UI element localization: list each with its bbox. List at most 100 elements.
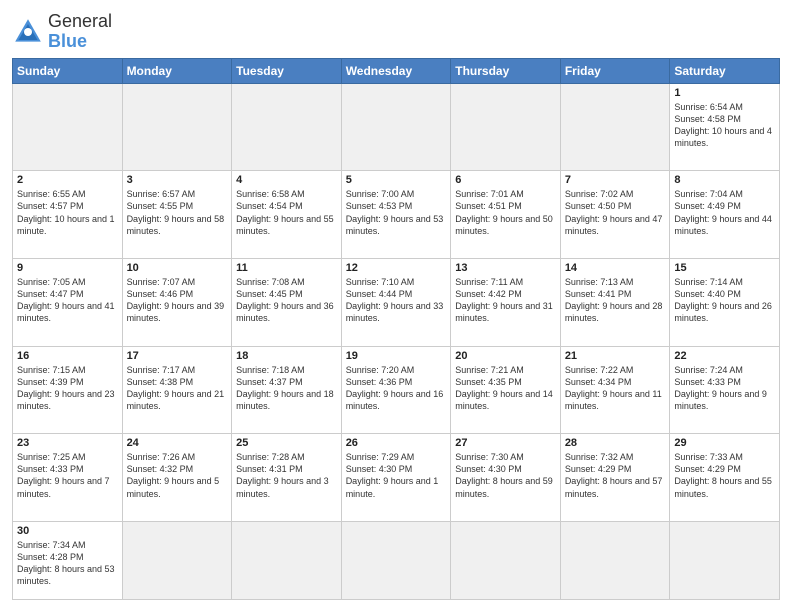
day-info: Sunrise: 7:22 AM Sunset: 4:34 PM Dayligh… xyxy=(565,364,666,413)
day-info: Sunrise: 7:02 AM Sunset: 4:50 PM Dayligh… xyxy=(565,188,666,237)
calendar-day-header-thursday: Thursday xyxy=(451,58,561,83)
calendar-day-header-sunday: Sunday xyxy=(13,58,123,83)
calendar-cell xyxy=(451,521,561,599)
day-number: 22 xyxy=(674,350,775,362)
calendar-day-header-tuesday: Tuesday xyxy=(232,58,342,83)
day-info: Sunrise: 7:33 AM Sunset: 4:29 PM Dayligh… xyxy=(674,451,775,500)
calendar-table: SundayMondayTuesdayWednesdayThursdayFrid… xyxy=(12,58,780,600)
day-number: 19 xyxy=(346,350,447,362)
calendar-cell: 26 Sunrise: 7:29 AM Sunset: 4:30 PM Dayli… xyxy=(341,434,451,522)
calendar-header-row: SundayMondayTuesdayWednesdayThursdayFrid… xyxy=(13,58,780,83)
day-info: Sunrise: 7:14 AM Sunset: 4:40 PM Dayligh… xyxy=(674,276,775,325)
calendar-cell xyxy=(560,521,670,599)
calendar-cell: 9Sunrise: 7:05 AM Sunset: 4:47 PM Daylig… xyxy=(13,258,123,346)
calendar-cell: 14 Sunrise: 7:13 AM Sunset: 4:41 PM Dayli… xyxy=(560,258,670,346)
day-info: Sunrise: 7:17 AM Sunset: 4:38 PM Dayligh… xyxy=(127,364,228,413)
calendar-day-header-friday: Friday xyxy=(560,58,670,83)
day-number: 30 xyxy=(17,525,118,537)
logo: General Blue xyxy=(12,12,112,52)
calendar-cell: 1 Sunrise: 6:54 AM Sunset: 4:58 PM Daylig… xyxy=(670,83,780,171)
day-number: 26 xyxy=(346,437,447,449)
day-number: 10 xyxy=(127,262,228,274)
day-number: 25 xyxy=(236,437,337,449)
day-info: Sunrise: 7:29 AM Sunset: 4:30 PM Dayligh… xyxy=(346,451,447,500)
day-number: 8 xyxy=(674,174,775,186)
calendar-cell: 2 Sunrise: 6:55 AM Sunset: 4:57 PM Daylig… xyxy=(13,171,123,259)
day-info: Sunrise: 7:32 AM Sunset: 4:29 PM Dayligh… xyxy=(565,451,666,500)
calendar-cell: 10 Sunrise: 7:07 AM Sunset: 4:46 PM Dayli… xyxy=(122,258,232,346)
calendar-week-row: 1 Sunrise: 6:54 AM Sunset: 4:58 PM Daylig… xyxy=(13,83,780,171)
day-number: 1 xyxy=(674,87,775,99)
day-number: 11 xyxy=(236,262,337,274)
day-info: Sunrise: 7:07 AM Sunset: 4:46 PM Dayligh… xyxy=(127,276,228,325)
calendar-cell xyxy=(560,83,670,171)
calendar-cell xyxy=(122,521,232,599)
day-info: Sunrise: 7:20 AM Sunset: 4:36 PM Dayligh… xyxy=(346,364,447,413)
day-info: Sunrise: 7:30 AM Sunset: 4:30 PM Dayligh… xyxy=(455,451,556,500)
calendar-cell xyxy=(670,521,780,599)
calendar-cell: 17 Sunrise: 7:17 AM Sunset: 4:38 PM Dayli… xyxy=(122,346,232,434)
calendar-week-row: 30Sunrise: 7:34 AM Sunset: 4:28 PM Dayli… xyxy=(13,521,780,599)
logo-icon xyxy=(12,16,44,48)
day-info: Sunrise: 6:54 AM Sunset: 4:58 PM Dayligh… xyxy=(674,101,775,150)
calendar-cell: 3Sunrise: 6:57 AM Sunset: 4:55 PM Daylig… xyxy=(122,171,232,259)
calendar-cell: 27 Sunrise: 7:30 AM Sunset: 4:30 PM Dayli… xyxy=(451,434,561,522)
calendar-cell xyxy=(232,521,342,599)
day-info: Sunrise: 7:05 AM Sunset: 4:47 PM Dayligh… xyxy=(17,276,118,325)
calendar-cell: 5Sunrise: 7:00 AM Sunset: 4:53 PM Daylig… xyxy=(341,171,451,259)
calendar-cell: 29 Sunrise: 7:33 AM Sunset: 4:29 PM Dayli… xyxy=(670,434,780,522)
day-info: Sunrise: 7:13 AM Sunset: 4:41 PM Dayligh… xyxy=(565,276,666,325)
calendar-cell: 23Sunrise: 7:25 AM Sunset: 4:33 PM Dayli… xyxy=(13,434,123,522)
logo-text: General Blue xyxy=(48,12,112,52)
day-number: 21 xyxy=(565,350,666,362)
calendar-cell: 25 Sunrise: 7:28 AM Sunset: 4:31 PM Dayli… xyxy=(232,434,342,522)
day-number: 2 xyxy=(17,174,118,186)
calendar-cell: 19 Sunrise: 7:20 AM Sunset: 4:36 PM Dayli… xyxy=(341,346,451,434)
day-info: Sunrise: 7:10 AM Sunset: 4:44 PM Dayligh… xyxy=(346,276,447,325)
calendar-cell: 20 Sunrise: 7:21 AM Sunset: 4:35 PM Dayli… xyxy=(451,346,561,434)
calendar-cell: 16Sunrise: 7:15 AM Sunset: 4:39 PM Dayli… xyxy=(13,346,123,434)
day-number: 17 xyxy=(127,350,228,362)
day-info: Sunrise: 7:04 AM Sunset: 4:49 PM Dayligh… xyxy=(674,188,775,237)
calendar-cell: 24 Sunrise: 7:26 AM Sunset: 4:32 PM Dayli… xyxy=(122,434,232,522)
day-info: Sunrise: 7:24 AM Sunset: 4:33 PM Dayligh… xyxy=(674,364,775,413)
page: General Blue SundayMondayTuesdayWednesda… xyxy=(0,0,792,612)
day-number: 27 xyxy=(455,437,556,449)
day-number: 15 xyxy=(674,262,775,274)
calendar-cell xyxy=(341,83,451,171)
day-info: Sunrise: 7:28 AM Sunset: 4:31 PM Dayligh… xyxy=(236,451,337,500)
day-info: Sunrise: 6:57 AM Sunset: 4:55 PM Dayligh… xyxy=(127,188,228,237)
day-number: 23 xyxy=(17,437,118,449)
calendar-cell: 30Sunrise: 7:34 AM Sunset: 4:28 PM Dayli… xyxy=(13,521,123,599)
day-info: Sunrise: 7:01 AM Sunset: 4:51 PM Dayligh… xyxy=(455,188,556,237)
calendar-day-header-wednesday: Wednesday xyxy=(341,58,451,83)
day-number: 28 xyxy=(565,437,666,449)
day-number: 4 xyxy=(236,174,337,186)
calendar-week-row: 2 Sunrise: 6:55 AM Sunset: 4:57 PM Daylig… xyxy=(13,171,780,259)
day-number: 24 xyxy=(127,437,228,449)
calendar-cell xyxy=(341,521,451,599)
day-info: Sunrise: 7:18 AM Sunset: 4:37 PM Dayligh… xyxy=(236,364,337,413)
day-number: 20 xyxy=(455,350,556,362)
calendar-cell xyxy=(122,83,232,171)
calendar-day-header-saturday: Saturday xyxy=(670,58,780,83)
day-info: Sunrise: 6:55 AM Sunset: 4:57 PM Dayligh… xyxy=(17,188,118,237)
calendar-cell: 21 Sunrise: 7:22 AM Sunset: 4:34 PM Dayli… xyxy=(560,346,670,434)
day-info: Sunrise: 7:26 AM Sunset: 4:32 PM Dayligh… xyxy=(127,451,228,500)
calendar-cell: 28 Sunrise: 7:32 AM Sunset: 4:29 PM Dayli… xyxy=(560,434,670,522)
day-info: Sunrise: 7:21 AM Sunset: 4:35 PM Dayligh… xyxy=(455,364,556,413)
calendar-cell xyxy=(13,83,123,171)
calendar-cell: 7Sunrise: 7:02 AM Sunset: 4:50 PM Daylig… xyxy=(560,171,670,259)
calendar-cell: 13Sunrise: 7:11 AM Sunset: 4:42 PM Dayli… xyxy=(451,258,561,346)
calendar-day-header-monday: Monday xyxy=(122,58,232,83)
day-info: Sunrise: 7:15 AM Sunset: 4:39 PM Dayligh… xyxy=(17,364,118,413)
day-info: Sunrise: 6:58 AM Sunset: 4:54 PM Dayligh… xyxy=(236,188,337,237)
day-number: 14 xyxy=(565,262,666,274)
calendar-cell xyxy=(451,83,561,171)
day-info: Sunrise: 7:11 AM Sunset: 4:42 PM Dayligh… xyxy=(455,276,556,325)
day-number: 12 xyxy=(346,262,447,274)
calendar-cell: 18Sunrise: 7:18 AM Sunset: 4:37 PM Dayli… xyxy=(232,346,342,434)
calendar-cell: 15 Sunrise: 7:14 AM Sunset: 4:40 PM Dayli… xyxy=(670,258,780,346)
calendar-cell: 11Sunrise: 7:08 AM Sunset: 4:45 PM Dayli… xyxy=(232,258,342,346)
day-number: 29 xyxy=(674,437,775,449)
